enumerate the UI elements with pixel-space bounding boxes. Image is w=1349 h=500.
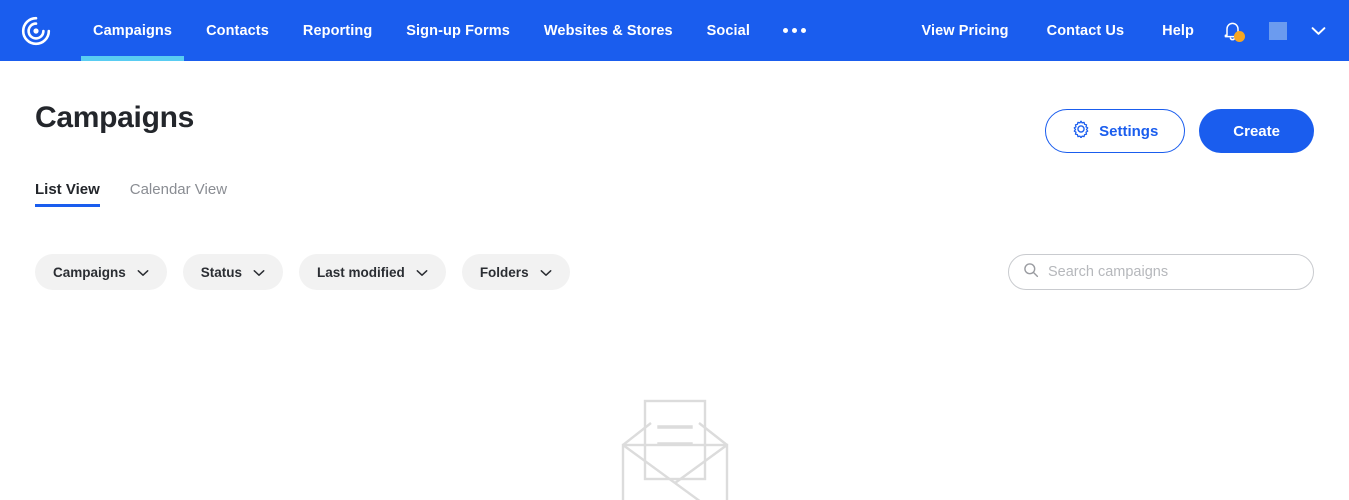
top-navigation-bar: Campaigns Contacts Reporting Sign-up For… (0, 0, 1349, 61)
tab-calendar-view[interactable]: Calendar View (130, 181, 227, 207)
chevron-down-icon (416, 265, 428, 280)
ellipsis-icon (782, 28, 806, 33)
create-button[interactable]: Create (1199, 109, 1314, 153)
nav-item-websites-and-stores[interactable]: Websites & Stores (527, 0, 690, 61)
constant-contact-logo-icon[interactable] (18, 13, 54, 49)
nav-item-label: Help (1162, 22, 1194, 39)
page-header-actions: Settings Create (1045, 101, 1314, 153)
nav-item-contacts[interactable]: Contacts (189, 0, 286, 61)
search-campaigns-box[interactable] (1008, 254, 1314, 290)
nav-item-label: Contact Us (1046, 22, 1125, 39)
search-icon (1023, 262, 1039, 283)
filter-last-modified-dropdown[interactable]: Last modified (299, 254, 446, 290)
nav-item-help[interactable]: Help (1143, 0, 1213, 61)
gear-icon (1072, 120, 1090, 142)
page-content: Campaigns Settings Create List View Cale… (0, 61, 1349, 500)
nav-item-label: Reporting (302, 22, 373, 39)
primary-nav-group: Campaigns Contacts Reporting Sign-up For… (76, 0, 822, 61)
chevron-down-icon (137, 265, 149, 280)
account-menu-button[interactable] (1301, 0, 1335, 61)
avatar[interactable] (1269, 21, 1287, 40)
search-input[interactable] (1048, 264, 1299, 280)
nav-item-campaigns[interactable]: Campaigns (76, 0, 189, 61)
nav-item-label: Campaigns (93, 22, 173, 39)
empty-state-illustration-wrap (0, 399, 1349, 500)
nav-item-label: Websites & Stores (543, 22, 673, 39)
filter-folders-dropdown[interactable]: Folders (461, 254, 570, 290)
nav-item-social[interactable]: Social (690, 0, 767, 61)
filter-label: Last modified (317, 264, 405, 280)
secondary-nav-group: View Pricing Contact Us Help (902, 0, 1349, 61)
filter-toolbar: Campaigns Status Last modified Folders S… (35, 254, 1314, 290)
filter-chip-group: Campaigns Status Last modified Folders (35, 254, 570, 290)
nav-item-view-pricing[interactable]: View Pricing (902, 0, 1027, 61)
filter-label: Folders (479, 264, 529, 280)
nav-item-reporting[interactable]: Reporting (286, 0, 389, 61)
open-envelope-with-letter-icon (621, 399, 728, 500)
filter-status-dropdown[interactable]: Status (182, 254, 284, 290)
filter-label: Campaigns (53, 264, 126, 280)
nav-item-label: Social (706, 22, 750, 39)
nav-more-menu-button[interactable] (767, 0, 822, 61)
chevron-down-icon (540, 265, 552, 280)
tab-label: Calendar View (129, 181, 228, 198)
nav-item-label: Sign-up Forms (406, 22, 510, 39)
filter-campaigns-dropdown[interactable]: Campaigns (35, 254, 167, 290)
nav-item-contact-us[interactable]: Contact Us (1028, 0, 1144, 61)
notifications-button[interactable] (1213, 0, 1251, 61)
notification-badge-dot (1234, 31, 1245, 42)
settings-button[interactable]: Settings (1045, 109, 1186, 153)
settings-button-label: Settings (1099, 122, 1159, 140)
nav-item-sign-up-forms[interactable]: Sign-up Forms (389, 0, 527, 61)
chevron-down-icon (1311, 26, 1325, 35)
tab-label: List View (35, 181, 100, 198)
nav-item-label: View Pricing (921, 22, 1009, 39)
page-title: Campaigns (35, 101, 195, 134)
view-tabs: List View Calendar View (35, 181, 1314, 207)
filter-label: Status (200, 264, 243, 280)
tab-list-view[interactable]: List View (35, 181, 100, 207)
nav-item-label: Contacts (206, 22, 269, 39)
page-header: Campaigns Settings Create (35, 61, 1314, 153)
chevron-down-icon (253, 265, 265, 280)
